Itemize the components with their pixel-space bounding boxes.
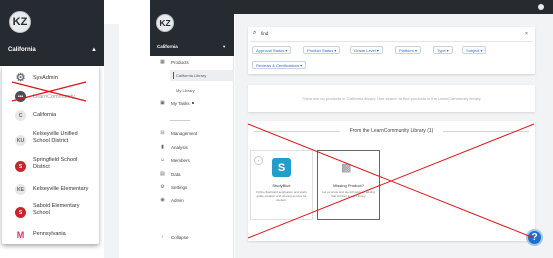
org-option-label: Pennsylvania: [33, 231, 66, 237]
org-initial-icon: KU: [15, 135, 26, 146]
help-button[interactable]: ?: [526, 229, 543, 246]
org-dropdown-menu: ⚙ SysAdmin ••• LearnCommunity C Californ…: [2, 66, 99, 244]
org-option-kelseyville-elementary[interactable]: KE Kelseyville Elementary: [2, 180, 99, 198]
nav-label: Data: [171, 171, 181, 177]
org-switcher[interactable]: California: [157, 44, 178, 49]
nav-california-library[interactable]: California Library: [176, 73, 206, 78]
org-option-kelseyville-usd[interactable]: KU Kelseyville Unified School District: [2, 128, 99, 152]
divider: [250, 41, 533, 42]
notification-dot: [191, 102, 194, 104]
search-input[interactable]: find: [261, 31, 268, 36]
account-icon[interactable]: [538, 4, 544, 10]
org-option-springfield-sd[interactable]: S Springfield School District: [2, 154, 99, 178]
top-bar: [150, 0, 553, 14]
divider: [170, 120, 190, 121]
filter-grade-level[interactable]: Grade Level ▾: [350, 46, 383, 54]
background-panel: [104, 24, 119, 258]
grid-icon: ▦: [160, 59, 165, 65]
collapse-icon: ‹: [161, 234, 164, 240]
org-option-sysadmin[interactable]: ⚙ SysAdmin: [2, 70, 99, 86]
nav-label: Collapse: [171, 234, 189, 240]
nav-label: Products: [171, 59, 189, 65]
bar-chart-icon: ▮: [161, 144, 164, 150]
add-icon[interactable]: +: [254, 156, 263, 165]
nav-label: Admin: [171, 197, 184, 203]
org-option-label: SysAdmin: [33, 75, 58, 81]
filter-platform[interactable]: Platform ▾: [395, 46, 422, 54]
org-option-label: Kelseyville Elementary: [33, 186, 89, 192]
user-avatar[interactable]: KZ: [9, 11, 31, 33]
org-option-california[interactable]: C California: [2, 106, 99, 124]
caret-up-icon[interactable]: ▲: [91, 47, 97, 53]
nav-members[interactable]: ☺ Members: [159, 157, 190, 163]
school-logo-icon: S: [15, 161, 26, 172]
product-description: Online flashcard application and study g…: [256, 190, 307, 202]
gear-icon: ⚙: [160, 184, 165, 190]
learncommunity-logo-icon: •••: [15, 91, 26, 102]
product-name: StudyBlue: [272, 183, 291, 188]
empty-state-message: There are no products in California libr…: [301, 96, 482, 101]
nav-settings[interactable]: ⚙ Settings: [159, 184, 187, 190]
org-initial-icon: C: [15, 110, 26, 121]
studyblue-logo-icon: S: [272, 158, 291, 177]
search-icon: ⌕: [253, 30, 257, 36]
missing-product-title: Missing Product?: [333, 183, 364, 188]
org-option-pennsylvania[interactable]: M Pennsylvania: [2, 226, 99, 242]
org-option-learncommunity[interactable]: ••• LearnCommunity: [2, 88, 99, 104]
nav-label: Settings: [171, 184, 188, 190]
filter-reviews-certifications[interactable]: Reviews & Certifications ▾: [252, 61, 307, 69]
nav-label: My Tasks: [171, 100, 190, 106]
nav-my-tasks[interactable]: ▣ My Tasks: [159, 100, 194, 106]
nav-analysis[interactable]: ▮ Analysis: [159, 144, 188, 150]
filter-approval-status[interactable]: Approval Status ▾: [252, 46, 292, 54]
screenshot-canvas: KZ California ▲ ⚙ SysAdmin ••• LearnComm…: [0, 0, 553, 258]
briefcase-icon: ⊟: [160, 130, 165, 136]
filter-subject[interactable]: Subject ▾: [462, 46, 487, 54]
org-option-label: California: [33, 112, 57, 118]
people-icon: ☺: [159, 157, 166, 163]
pennsylvania-logo-icon: M: [16, 229, 25, 240]
nav-label: Management: [171, 130, 198, 136]
clear-search-button[interactable]: ×: [525, 31, 528, 37]
nav-admin[interactable]: ◉ Admin: [159, 197, 184, 203]
org-option-saboid-elementary[interactable]: S Saboid Elementary School: [2, 200, 99, 224]
nav-label: Analysis: [171, 144, 188, 150]
gear-icon: ⚙: [15, 72, 26, 84]
admin-icon: ◉: [160, 197, 165, 203]
org-option-label: Saboid Elementary School: [33, 203, 80, 216]
missing-product-description: Let us know and we will work on adding t…: [322, 190, 375, 198]
filter-product-status[interactable]: Product Status ▾: [303, 46, 341, 54]
tasks-icon: ▣: [160, 100, 165, 106]
org-option-label: Kelseyville Unified School District: [33, 131, 78, 144]
nav-data[interactable]: ▤ Data: [159, 171, 181, 177]
table-icon: ▤: [160, 171, 165, 177]
nav-collapse[interactable]: ‹ Collapse: [159, 234, 189, 240]
org-option-label: Springfield School District: [33, 157, 78, 170]
org-switcher-header: [0, 0, 104, 66]
library-heading: From the LearnCommunity Library (1): [349, 128, 434, 134]
nav-my-library[interactable]: My Library: [176, 88, 195, 93]
caret-down-icon[interactable]: ▾: [223, 44, 225, 50]
org-initial-icon: KE: [15, 184, 26, 195]
nav-label: Members: [171, 157, 190, 163]
org-option-label: LearnCommunity: [33, 94, 75, 100]
filter-type[interactable]: Type ▾: [433, 46, 453, 54]
nav-products[interactable]: ▦ Products: [159, 59, 189, 65]
user-avatar[interactable]: KZ: [156, 14, 174, 32]
box-icon: ▩: [341, 162, 352, 174]
school-logo-icon: S: [15, 207, 26, 218]
org-switcher-current[interactable]: California: [8, 47, 36, 53]
nav-management[interactable]: ⊟ Management: [159, 130, 197, 136]
